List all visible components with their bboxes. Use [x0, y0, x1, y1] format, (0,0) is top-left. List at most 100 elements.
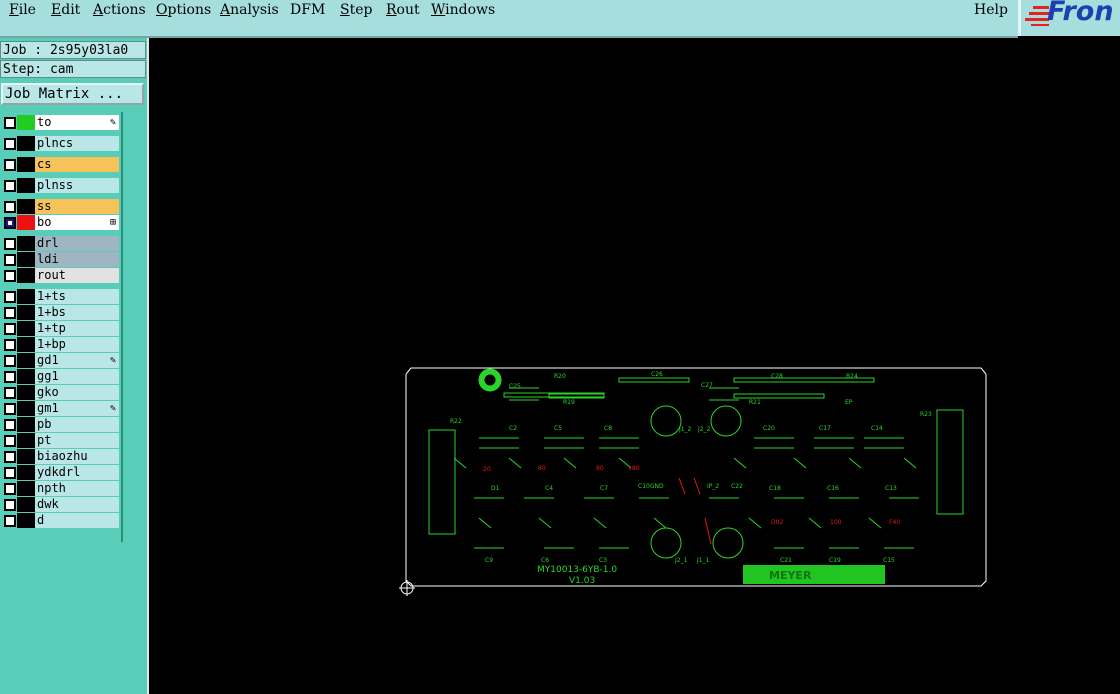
layer-color-swatch[interactable]: [17, 178, 35, 193]
layer-checkbox[interactable]: [4, 159, 16, 171]
menu-rout[interactable]: Rout: [386, 1, 420, 19]
layer-color-swatch[interactable]: [17, 289, 35, 304]
layer-checkbox[interactable]: [4, 291, 16, 303]
layer-color-swatch[interactable]: [17, 252, 35, 267]
layer-checkbox[interactable]: [4, 117, 16, 129]
layer-row-pt[interactable]: pt: [1, 433, 119, 448]
layer-row-gd1[interactable]: gd1 ✎: [1, 353, 119, 368]
layer-row-npth[interactable]: npth: [1, 481, 119, 496]
layer-color-swatch[interactable]: [17, 337, 35, 352]
layer-color-swatch[interactable]: [17, 215, 35, 230]
menu-edit[interactable]: Edit: [51, 1, 80, 19]
menu-file[interactable]: File: [9, 1, 36, 19]
layer-checkbox[interactable]: [4, 339, 16, 351]
layer-color-swatch[interactable]: [17, 417, 35, 432]
layer-checkbox[interactable]: [4, 435, 16, 447]
layer-name[interactable]: to ✎: [35, 115, 119, 130]
layer-name[interactable]: ldi: [35, 252, 119, 267]
layer-name[interactable]: 1+tp: [35, 321, 119, 336]
layer-row-1+bs[interactable]: 1+bs: [1, 305, 119, 320]
layer-name[interactable]: plnss: [35, 178, 119, 193]
layer-checkbox[interactable]: [4, 217, 16, 229]
layer-color-swatch[interactable]: [17, 449, 35, 464]
layer-name[interactable]: dwk: [35, 497, 119, 512]
layer-name[interactable]: d: [35, 513, 119, 528]
layer-color-swatch[interactable]: [17, 305, 35, 320]
layer-checkbox[interactable]: [4, 138, 16, 150]
layer-checkbox[interactable]: [4, 355, 16, 367]
layer-color-swatch[interactable]: [17, 369, 35, 384]
layer-color-swatch[interactable]: [17, 401, 35, 416]
layer-name[interactable]: drl: [35, 236, 119, 251]
layer-row-plncs[interactable]: plncs: [1, 136, 119, 151]
layer-row-rout[interactable]: rout: [1, 268, 119, 283]
layer-color-swatch[interactable]: [17, 385, 35, 400]
layer-name[interactable]: rout: [35, 268, 119, 283]
layer-name[interactable]: biaozhu: [35, 449, 119, 464]
layer-row-gm1[interactable]: gm1 ✎: [1, 401, 119, 416]
job-matrix-button[interactable]: Job Matrix ...: [1, 83, 144, 105]
menu-options[interactable]: Options: [156, 1, 211, 19]
layer-checkbox[interactable]: [4, 307, 16, 319]
layer-color-swatch[interactable]: [17, 321, 35, 336]
layer-row-dwk[interactable]: dwk: [1, 497, 119, 512]
layer-name[interactable]: plncs: [35, 136, 119, 151]
layer-row-d[interactable]: d: [1, 513, 119, 528]
menu-actions[interactable]: Actions: [93, 1, 146, 19]
layer-color-swatch[interactable]: [17, 465, 35, 480]
layer-color-swatch[interactable]: [17, 268, 35, 283]
graphic-canvas[interactable]: C25 R20 C26 C27 C28 R24 R19 R21 EP R22 R23 C2 C5 C8 C2…: [149, 38, 1120, 694]
layer-checkbox[interactable]: [4, 323, 16, 335]
menu-dfm[interactable]: DFM: [290, 1, 325, 19]
layer-row-1+bp[interactable]: 1+bp: [1, 337, 119, 352]
layer-name[interactable]: 1+bs: [35, 305, 119, 320]
layer-color-swatch[interactable]: [17, 236, 35, 251]
layer-checkbox[interactable]: [4, 387, 16, 399]
layer-name[interactable]: pt: [35, 433, 119, 448]
layer-name[interactable]: 1+bp: [35, 337, 119, 352]
menu-help[interactable]: Help: [974, 1, 1008, 19]
menu-step[interactable]: Step: [340, 1, 372, 19]
layer-row-1+ts[interactable]: 1+ts: [1, 289, 119, 304]
canvas-background[interactable]: [149, 38, 1120, 694]
layer-checkbox[interactable]: [4, 371, 16, 383]
layer-row-bo[interactable]: bo ⊞: [1, 215, 119, 230]
layer-name[interactable]: bo ⊞: [35, 215, 119, 230]
layer-checkbox[interactable]: [4, 451, 16, 463]
layer-color-swatch[interactable]: [17, 353, 35, 368]
layer-color-swatch[interactable]: [17, 157, 35, 172]
layer-color-swatch[interactable]: [17, 199, 35, 214]
layer-checkbox[interactable]: [4, 499, 16, 511]
layer-row-plnss[interactable]: plnss: [1, 178, 119, 193]
layer-name[interactable]: gm1 ✎: [35, 401, 119, 416]
layer-name[interactable]: pb: [35, 417, 119, 432]
layer-name[interactable]: 1+ts: [35, 289, 119, 304]
layer-checkbox[interactable]: [4, 180, 16, 192]
layer-row-ydkdrl[interactable]: ydkdrl: [1, 465, 119, 480]
layer-name[interactable]: cs: [35, 157, 119, 172]
layer-row-ldi[interactable]: ldi: [1, 252, 119, 267]
layer-name[interactable]: ss: [35, 199, 119, 214]
layer-color-swatch[interactable]: [17, 513, 35, 528]
layer-color-swatch[interactable]: [17, 136, 35, 151]
layer-color-swatch[interactable]: [17, 481, 35, 496]
layer-row-1+tp[interactable]: 1+tp: [1, 321, 119, 336]
layer-row-gko[interactable]: gko: [1, 385, 119, 400]
layer-checkbox[interactable]: [4, 201, 16, 213]
layer-color-swatch[interactable]: [17, 433, 35, 448]
layer-checkbox[interactable]: [4, 483, 16, 495]
layer-color-swatch[interactable]: [17, 497, 35, 512]
layer-checkbox[interactable]: [4, 238, 16, 250]
layer-name[interactable]: npth: [35, 481, 119, 496]
layer-row-gg1[interactable]: gg1: [1, 369, 119, 384]
layer-name[interactable]: ydkdrl: [35, 465, 119, 480]
layer-name[interactable]: gko: [35, 385, 119, 400]
layer-checkbox[interactable]: [4, 403, 16, 415]
layer-checkbox[interactable]: [4, 419, 16, 431]
layer-row-pb[interactable]: pb: [1, 417, 119, 432]
layer-color-swatch[interactable]: [17, 115, 35, 130]
layer-row-to[interactable]: to ✎: [1, 115, 119, 130]
layer-checkbox[interactable]: [4, 270, 16, 282]
layer-row-biaozhu[interactable]: biaozhu: [1, 449, 119, 464]
layer-row-drl[interactable]: drl: [1, 236, 119, 251]
